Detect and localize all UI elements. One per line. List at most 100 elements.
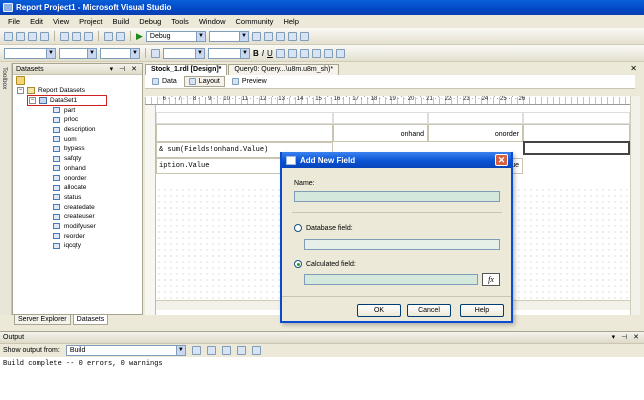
table-cell[interactable] — [523, 124, 630, 142]
horizontal-ruler: · 6 · ' · 7 · ' · 8 · ' · 9 · ' · 10 · '… — [145, 96, 630, 105]
calculated-field-radio[interactable] — [294, 260, 302, 268]
tree-dataset[interactable]: − DataSet1 — [13, 94, 142, 106]
save-icon[interactable] — [28, 31, 37, 41]
style-combo[interactable]: ▼ — [4, 47, 56, 59]
align-center-icon[interactable] — [311, 48, 321, 58]
field-item[interactable]: uom — [13, 134, 142, 144]
dialog-close-icon[interactable]: ✕ — [495, 154, 508, 166]
menu-community[interactable]: Community — [231, 17, 279, 26]
help-button[interactable]: Help — [460, 304, 504, 317]
field-item[interactable]: onorder — [13, 173, 142, 183]
align-left-icon[interactable] — [299, 48, 309, 58]
find-icon[interactable] — [251, 31, 261, 41]
solution-config-combo[interactable]: Debug ▼ — [145, 30, 206, 42]
ok-button[interactable]: OK — [357, 304, 401, 317]
field-item[interactable]: onhand — [13, 164, 142, 174]
menu-view[interactable]: View — [48, 17, 74, 26]
bold-icon[interactable]: B — [253, 49, 259, 58]
field-item[interactable]: prloc — [13, 115, 142, 125]
background-color-icon[interactable] — [287, 48, 297, 58]
font-color-icon[interactable] — [275, 48, 285, 58]
calculated-field-option[interactable]: Calculated field: — [294, 260, 356, 268]
align-right-icon[interactable] — [323, 48, 333, 58]
find-message-icon[interactable] — [191, 346, 201, 355]
field-item[interactable]: status — [13, 193, 142, 203]
vertical-scrollbar[interactable] — [630, 96, 640, 315]
header-cell-onhand[interactable]: onhand — [333, 124, 428, 142]
italic-icon[interactable]: I — [262, 49, 264, 58]
table-cell[interactable] — [156, 112, 333, 124]
collapse-icon[interactable]: − — [17, 87, 24, 95]
font-combo[interactable]: ▼ — [59, 47, 97, 59]
tab-layout[interactable]: Layout — [183, 76, 225, 87]
prev-message-icon[interactable] — [206, 346, 216, 355]
close-document-icon[interactable]: ✕ — [630, 64, 637, 73]
table-cell[interactable] — [156, 124, 333, 142]
copy-icon[interactable] — [72, 31, 81, 41]
toolbox-strip[interactable]: Toolbox — [0, 63, 12, 315]
table-cell[interactable] — [523, 112, 630, 124]
field-item[interactable]: createuser — [13, 212, 142, 222]
tab-server-explorer[interactable]: Server Explorer — [14, 315, 71, 325]
platform-combo[interactable]: ▼ — [208, 30, 249, 42]
start-debug-icon[interactable]: ▶ — [136, 31, 143, 42]
cut-icon[interactable] — [60, 31, 69, 41]
field-item[interactable]: allocate — [13, 183, 142, 193]
field-item[interactable]: safqty — [13, 154, 142, 164]
menu-edit[interactable]: Edit — [25, 17, 48, 26]
panel-controls[interactable]: ▾ ⊣ ✕ — [612, 333, 641, 341]
clear-all-icon[interactable] — [236, 346, 246, 355]
field-item[interactable]: iqcqty — [13, 241, 142, 251]
tab-data[interactable]: Data — [148, 77, 181, 86]
tab-query[interactable]: Query0: Query...\u8m.u8m_sh)* — [228, 64, 340, 75]
selected-cell[interactable] — [523, 141, 630, 155]
menu-window[interactable]: Window — [194, 17, 231, 26]
output-source-combo[interactable]: Build ▼ — [65, 345, 186, 356]
panel-controls[interactable]: ▾ ⊣ ✕ — [110, 65, 139, 73]
redo-icon[interactable] — [116, 31, 125, 41]
open-icon[interactable] — [16, 31, 25, 41]
tab-preview[interactable]: Preview — [228, 77, 271, 86]
undo-icon[interactable] — [104, 31, 113, 41]
paste-icon[interactable] — [84, 31, 93, 41]
field-item[interactable]: bypass — [13, 144, 142, 154]
database-field-radio[interactable] — [294, 224, 302, 232]
solution-explorer-icon[interactable] — [263, 31, 273, 41]
calculated-field-input[interactable] — [304, 274, 478, 285]
field-item[interactable]: createdate — [13, 202, 142, 212]
menu-build[interactable]: Build — [108, 17, 135, 26]
expression-button[interactable]: fx — [482, 273, 500, 286]
field-item[interactable]: reorder — [13, 231, 142, 241]
name-input[interactable] — [294, 191, 500, 202]
database-field-option[interactable]: Database field: — [294, 224, 353, 232]
properties-icon[interactable] — [275, 31, 285, 41]
database-field-input[interactable] — [304, 239, 500, 250]
toolbox-icon[interactable] — [287, 31, 297, 41]
table-cell[interactable] — [333, 112, 428, 124]
menu-tools[interactable]: Tools — [166, 17, 194, 26]
field-item[interactable]: description — [13, 125, 142, 135]
next-message-icon[interactable] — [221, 346, 231, 355]
field-item[interactable]: part — [13, 105, 142, 115]
table-cell[interactable] — [428, 112, 523, 124]
border-icon[interactable] — [151, 48, 160, 58]
menu-project[interactable]: Project — [74, 17, 107, 26]
header-cell-onorder[interactable]: onorder — [428, 124, 523, 142]
menu-file[interactable]: File — [3, 17, 25, 26]
new-project-icon[interactable] — [4, 31, 13, 41]
menu-help[interactable]: Help — [278, 17, 303, 26]
word-wrap-icon[interactable] — [251, 346, 261, 355]
font-family-combo[interactable]: ▼ — [163, 47, 205, 59]
size-combo[interactable]: ▼ — [100, 47, 140, 59]
font-size-combo[interactable]: ▼ — [208, 47, 250, 59]
underline-icon[interactable]: U — [267, 49, 273, 58]
tab-stock-design[interactable]: Stock_1.rdl [Design]* — [145, 64, 228, 75]
save-all-icon[interactable] — [40, 31, 49, 41]
cancel-button[interactable]: Cancel — [407, 304, 451, 317]
tab-datasets[interactable]: Datasets — [72, 315, 109, 325]
field-item[interactable]: modifyuser — [13, 222, 142, 232]
calculated-field-label: Calculated field: — [306, 261, 356, 268]
menu-debug[interactable]: Debug — [134, 17, 166, 26]
object-browser-icon[interactable] — [299, 31, 309, 41]
justify-icon[interactable] — [335, 48, 345, 58]
